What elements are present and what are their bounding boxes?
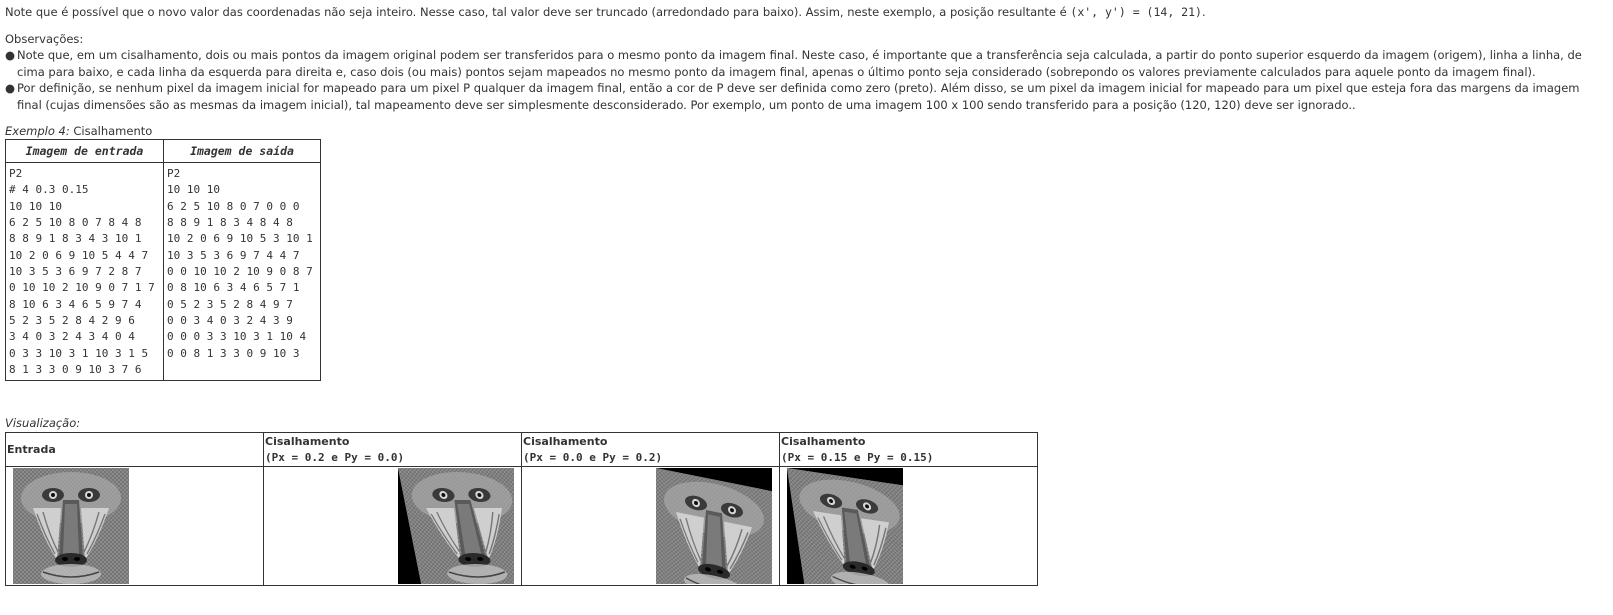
pgm-line: 0 0 0 3 3 10 3 1 10 4 (167, 330, 307, 344)
pgm-line: 5 2 3 5 2 8 4 2 9 6 (9, 314, 135, 328)
mandrill-shear-xy-image (787, 468, 903, 584)
viz-header-params: (Px = 0.0 e Py = 0.2) (523, 450, 663, 464)
mandrill-svg (787, 468, 903, 584)
viz-header-params: (Px = 0.15 e Py = 0.15) (781, 450, 934, 464)
pgm-line: 10 10 10 (167, 183, 220, 197)
mandrill-original-image (13, 468, 129, 584)
mandrill-svg (398, 468, 514, 584)
input-image-data: P2 # 4 0.3 0.15 10 10 10 6 2 5 10 8 0 7 8 4… (5, 161, 164, 382)
viz-cell-shear-y (521, 466, 780, 586)
example-header-row: Imagem de entrada Imagem de saída (5, 139, 321, 163)
viz-header-params: (Px = 0.2 e Py = 0.0) (265, 450, 405, 464)
viz-header-title: Cisalhamento (265, 434, 350, 448)
pgm-line: P2 (9, 167, 23, 180)
viz-header-title: Cisalhamento (781, 434, 866, 448)
pgm-line: P2 (167, 167, 181, 180)
pgm-line: 0 0 3 4 0 3 2 4 3 9 (167, 314, 293, 328)
example-caption-title: Cisalhamento (69, 124, 153, 138)
viz-cell-entrada (5, 466, 264, 586)
intro-code: (x', y') = (14, 21) (1070, 5, 1202, 19)
viz-header-shear-xy: Cisalhamento (Px = 0.15 e Py = 0.15) (779, 432, 1038, 467)
pgm-line: 10 2 0 6 9 10 5 4 4 7 (9, 248, 149, 262)
pgm-line: 0 3 3 10 3 1 10 3 1 5 (9, 346, 149, 360)
viz-header-shear-y: Cisalhamento (Px = 0.0 e Py = 0.2) (521, 432, 780, 467)
pgm-line: 8 8 9 1 8 3 4 3 10 1 (9, 232, 142, 246)
observation-item: ● Por definição, se nenhum pixel da imag… (5, 80, 1605, 113)
bullet-icon: ● (5, 48, 16, 62)
example-body-row: P2 # 4 0.3 0.15 10 10 10 6 2 5 10 8 0 7 8 4… (5, 161, 321, 382)
intro-text: Note que é possível que o novo valor das… (5, 5, 1071, 19)
bullet-icon: ● (5, 81, 16, 95)
intro-end: . (1201, 5, 1206, 19)
pgm-line: 10 10 10 (9, 199, 62, 213)
viz-header-title: Entrada (7, 442, 56, 456)
output-header: Imagem de saída (163, 139, 321, 163)
pgm-line: 10 3 5 3 6 9 7 2 8 7 (9, 265, 142, 279)
pgm-line: 6 2 5 10 8 0 7 8 4 8 (9, 216, 142, 230)
viz-header-shear-x: Cisalhamento (Px = 0.2 e Py = 0.0) (263, 432, 522, 467)
pgm-line: 10 2 0 6 9 10 5 3 10 1 (167, 232, 313, 246)
pgm-line: 0 0 10 10 2 10 9 0 8 7 (167, 265, 313, 279)
example-caption: Exemplo 4: Cisalhamento (5, 124, 152, 139)
output-image-data: P2 10 10 10 6 2 5 10 8 0 7 0 0 0 8 8 9 1 8 … (163, 161, 321, 382)
example-table: Imagem de entrada Imagem de saída P2 # 4 … (5, 139, 321, 382)
mandrill-svg (656, 468, 772, 584)
pgm-line: 8 10 6 3 4 6 5 9 7 4 (9, 297, 142, 311)
visualization-header-row: Entrada Cisalhamento (Px = 0.2 e Py = 0.… (5, 432, 1038, 467)
pgm-line: 0 5 2 3 5 2 8 4 9 7 (167, 297, 293, 311)
pgm-line: 8 1 3 3 0 9 10 3 7 6 (9, 363, 142, 377)
input-header: Imagem de entrada (5, 139, 164, 163)
example-caption-label: Exemplo 4: (5, 124, 70, 138)
pgm-line: 0 8 10 6 3 4 6 5 7 1 (167, 281, 300, 295)
viz-header-title: Cisalhamento (523, 434, 608, 448)
mandrill-shear-y-image (656, 468, 772, 584)
observation-item: ● Note que, em um cisalhamento, dois ou … (5, 47, 1605, 80)
viz-cell-shear-x (263, 466, 522, 586)
pgm-line: 10 3 5 3 6 9 7 4 4 7 (167, 248, 300, 262)
visualization-caption: Visualização: (5, 416, 81, 430)
viz-cell-shear-xy (779, 466, 1038, 586)
visualization-table: Entrada Cisalhamento (Px = 0.2 e Py = 0.… (5, 432, 1038, 586)
pgm-line: 0 0 8 1 3 3 0 9 10 3 (167, 346, 300, 360)
mandrill-shear-x-image (398, 468, 514, 584)
pgm-line: 0 10 10 2 10 9 0 7 1 7 (9, 281, 155, 295)
pgm-line: 8 8 9 1 8 3 4 8 4 8 (167, 216, 293, 230)
observations-title: Observações: (5, 32, 84, 46)
intro-paragraph: Note que é possível que o novo valor das… (5, 4, 1206, 20)
observations-list: ● Note que, em um cisalhamento, dois ou … (5, 47, 1605, 113)
visualization-image-row (5, 466, 1038, 586)
pgm-line: 3 4 0 3 2 4 3 4 0 4 (9, 330, 135, 344)
pgm-line: 6 2 5 10 8 0 7 0 0 0 (167, 199, 300, 213)
pgm-line: # 4 0.3 0.15 (9, 183, 89, 197)
viz-header-entrada: Entrada (5, 432, 264, 467)
observation-text: Por definição, se nenhum pixel da imagem… (17, 81, 1580, 112)
mandrill-svg (13, 468, 129, 584)
observation-text: Note que, em um cisalhamento, dois ou ma… (17, 48, 1582, 79)
